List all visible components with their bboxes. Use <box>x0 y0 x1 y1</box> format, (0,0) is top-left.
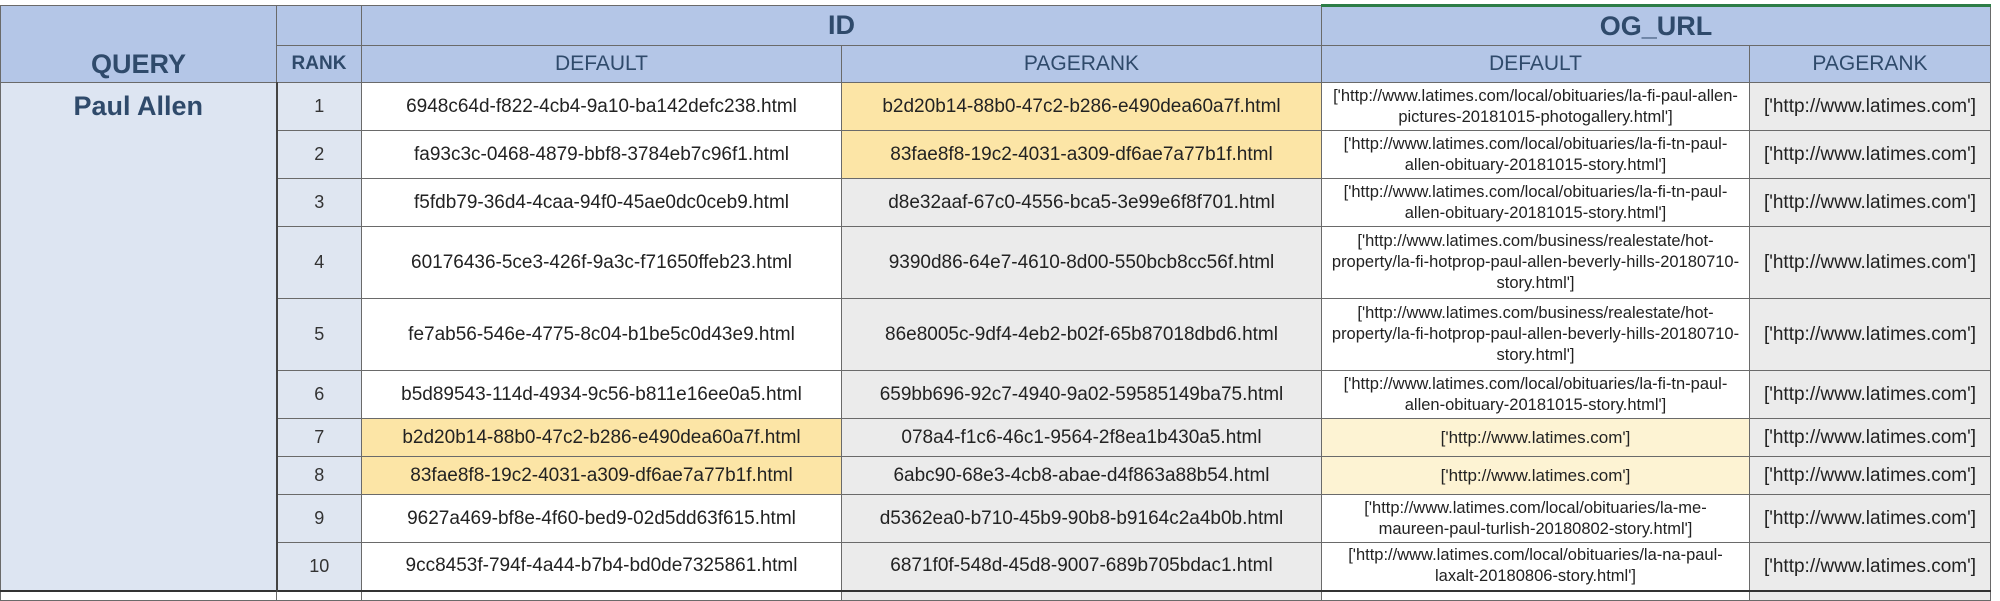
header-url-pagerank[interactable]: PAGERANK <box>1748 45 1992 83</box>
url-default-cell[interactable]: ['http://www.latimes.com/business/reales… <box>1321 298 1750 371</box>
id-default-cell[interactable]: fa93c3c-0468-4879-bbf8-3784eb7c96f1.html <box>361 130 842 179</box>
id-default-cell[interactable]: 6948c64d-f822-4cb4-9a10-ba142defc238.htm… <box>361 82 842 131</box>
rank-cell[interactable]: 5 <box>275 298 362 371</box>
url-pagerank-cell[interactable]: ['http://www.latimes.com'] <box>1748 370 1992 419</box>
id-default-cell[interactable]: 9627a469-bf8e-4f60-bed9-02d5dd63f615.htm… <box>361 494 842 543</box>
url-default-cell[interactable]: ['http://www.latimes.com'] <box>1321 456 1750 495</box>
rank-cell[interactable]: 10 <box>275 542 362 591</box>
id-default-cell[interactable]: f5fdb79-36d4-4caa-94f0-45ae0dc0ceb9.html <box>361 178 842 227</box>
spreadsheet-view: QUERY ID OG_URL RANK DEFAULT PAGERANK DE… <box>0 0 2000 601</box>
id-pagerank-cell[interactable]: 83fae8f8-19c2-4031-a309-df6ae7a77b1f.htm… <box>841 130 1322 179</box>
url-default-cell[interactable]: ['http://www.latimes.com/local/obituarie… <box>1321 494 1750 543</box>
header-query[interactable]: QUERY <box>0 5 277 83</box>
header-id-pagerank[interactable]: PAGERANK <box>841 45 1322 83</box>
table-row: Paul Allen 1 6948c64d-f822-4cb4-9a10-ba1… <box>0 82 1992 591</box>
header-id-default[interactable]: DEFAULT <box>361 45 842 83</box>
url-pagerank-cell[interactable]: ['http://www.latimes.com'] <box>1748 456 1992 495</box>
header-url-default[interactable]: DEFAULT <box>1321 45 1750 83</box>
rank-cell[interactable]: 8 <box>275 456 362 495</box>
empty-cell[interactable] <box>841 589 1322 601</box>
rank-cell[interactable]: 2 <box>275 130 362 179</box>
id-default-cell[interactable]: 83fae8f8-19c2-4031-a309-df6ae7a77b1f.htm… <box>361 456 842 495</box>
empty-cell[interactable] <box>361 589 842 601</box>
table-row: 5 fe7ab56-546e-4775-8c04-b1be5c0d43e9.ht… <box>1 298 1992 371</box>
id-pagerank-cell[interactable]: 6871f0f-548d-45d8-9007-689b705bdac1.html <box>841 542 1322 591</box>
id-default-cell[interactable]: b5d89543-114d-4934-9c56-b811e16ee0a5.htm… <box>361 370 842 419</box>
id-pagerank-cell[interactable]: 6abc90-68e3-4cb8-abae-d4f863a88b54.html <box>841 456 1322 495</box>
url-default-cell[interactable]: ['http://www.latimes.com/business/reales… <box>1321 226 1750 299</box>
url-pagerank-cell[interactable]: ['http://www.latimes.com'] <box>1748 298 1992 371</box>
url-default-cell[interactable]: ['http://www.latimes.com/local/obituarie… <box>1321 370 1750 419</box>
url-pagerank-cell[interactable]: ['http://www.latimes.com'] <box>1748 494 1992 543</box>
id-default-cell[interactable]: 9cc8453f-794f-4a44-b7b4-bd0de7325861.htm… <box>361 542 842 591</box>
header-og-url-group[interactable]: OG_URL <box>1320 4 1992 46</box>
table-row: 2 fa93c3c-0468-4879-bbf8-3784eb7c96f1.ht… <box>1 130 1992 179</box>
rank-cell[interactable]: 1 <box>275 82 362 131</box>
table-row: 10 9cc8453f-794f-4a44-b7b4-bd0de7325861.… <box>1 542 1992 591</box>
header-id-group[interactable]: ID <box>361 5 1322 46</box>
url-pagerank-cell[interactable]: ['http://www.latimes.com'] <box>1748 542 1992 591</box>
id-default-cell[interactable]: 60176436-5ce3-426f-9a3c-f71650ffeb23.htm… <box>361 226 842 299</box>
query-cell[interactable]: Paul Allen <box>0 82 277 591</box>
table-row: 9 9627a469-bf8e-4f60-bed9-02d5dd63f615.h… <box>1 494 1992 543</box>
rank-cell[interactable]: 6 <box>275 370 362 419</box>
id-pagerank-cell[interactable]: d5362ea0-b710-45b9-90b8-b9164c2a4b0b.htm… <box>841 494 1322 543</box>
url-default-cell[interactable]: ['http://www.latimes.com/local/obituarie… <box>1321 178 1750 227</box>
rank-cell[interactable]: 3 <box>275 178 362 227</box>
header-rank[interactable]: RANK <box>276 45 362 83</box>
id-pagerank-cell[interactable]: d8e32aaf-67c0-4556-bca5-3e99e6f8f701.htm… <box>841 178 1322 227</box>
id-pagerank-cell[interactable]: 86e8005c-9df4-4eb2-b02f-65b87018dbd6.htm… <box>841 298 1322 371</box>
empty-cell[interactable] <box>276 589 362 601</box>
url-default-cell[interactable]: ['http://www.latimes.com/local/obituarie… <box>1321 82 1750 131</box>
id-pagerank-cell[interactable]: 078a4-f1c6-46c1-9564-2f8ea1b430a5.html <box>841 418 1322 457</box>
url-default-cell[interactable]: ['http://www.latimes.com/local/obituarie… <box>1321 130 1750 179</box>
table-row: 4 60176436-5ce3-426f-9a3c-f71650ffeb23.h… <box>1 226 1992 299</box>
id-pagerank-cell[interactable]: b2d20b14-88b0-47c2-b286-e490dea60a7f.htm… <box>841 82 1322 131</box>
id-pagerank-cell[interactable]: 9390d86-64e7-4610-8d00-550bcb8cc56f.html <box>841 226 1322 299</box>
id-default-cell[interactable]: fe7ab56-546e-4775-8c04-b1be5c0d43e9.html <box>361 298 842 371</box>
rank-cell[interactable]: 9 <box>275 494 362 543</box>
url-pagerank-cell[interactable]: ['http://www.latimes.com'] <box>1748 82 1992 131</box>
id-default-cell[interactable]: b2d20b14-88b0-47c2-b286-e490dea60a7f.htm… <box>361 418 842 457</box>
table-row: 6 b5d89543-114d-4934-9c56-b811e16ee0a5.h… <box>1 370 1992 419</box>
results-table: QUERY ID OG_URL RANK DEFAULT PAGERANK DE… <box>0 4 1992 601</box>
url-pagerank-cell[interactable]: ['http://www.latimes.com'] <box>1748 418 1992 457</box>
header-rank-spacer[interactable] <box>276 5 362 46</box>
empty-cell[interactable] <box>0 589 277 601</box>
url-pagerank-cell[interactable]: ['http://www.latimes.com'] <box>1748 226 1992 299</box>
url-pagerank-cell[interactable]: ['http://www.latimes.com'] <box>1748 130 1992 179</box>
empty-cell[interactable] <box>1748 589 1992 601</box>
empty-cell[interactable] <box>1321 589 1750 601</box>
table-row: 7 b2d20b14-88b0-47c2-b286-e490dea60a7f.h… <box>1 418 1992 457</box>
id-pagerank-cell[interactable]: 659bb696-92c7-4940-9a02-59585149ba75.htm… <box>841 370 1322 419</box>
rank-cell[interactable]: 7 <box>275 418 362 457</box>
url-pagerank-cell[interactable]: ['http://www.latimes.com'] <box>1748 178 1992 227</box>
table-row: 3 f5fdb79-36d4-4caa-94f0-45ae0dc0ceb9.ht… <box>1 178 1992 227</box>
rank-cell[interactable]: 4 <box>275 226 362 299</box>
table-row: 8 83fae8f8-19c2-4031-a309-df6ae7a77b1f.h… <box>1 456 1992 495</box>
url-default-cell[interactable]: ['http://www.latimes.com/local/obituarie… <box>1321 542 1750 591</box>
url-default-cell[interactable]: ['http://www.latimes.com'] <box>1321 418 1750 457</box>
table-row-partial <box>0 589 1992 601</box>
